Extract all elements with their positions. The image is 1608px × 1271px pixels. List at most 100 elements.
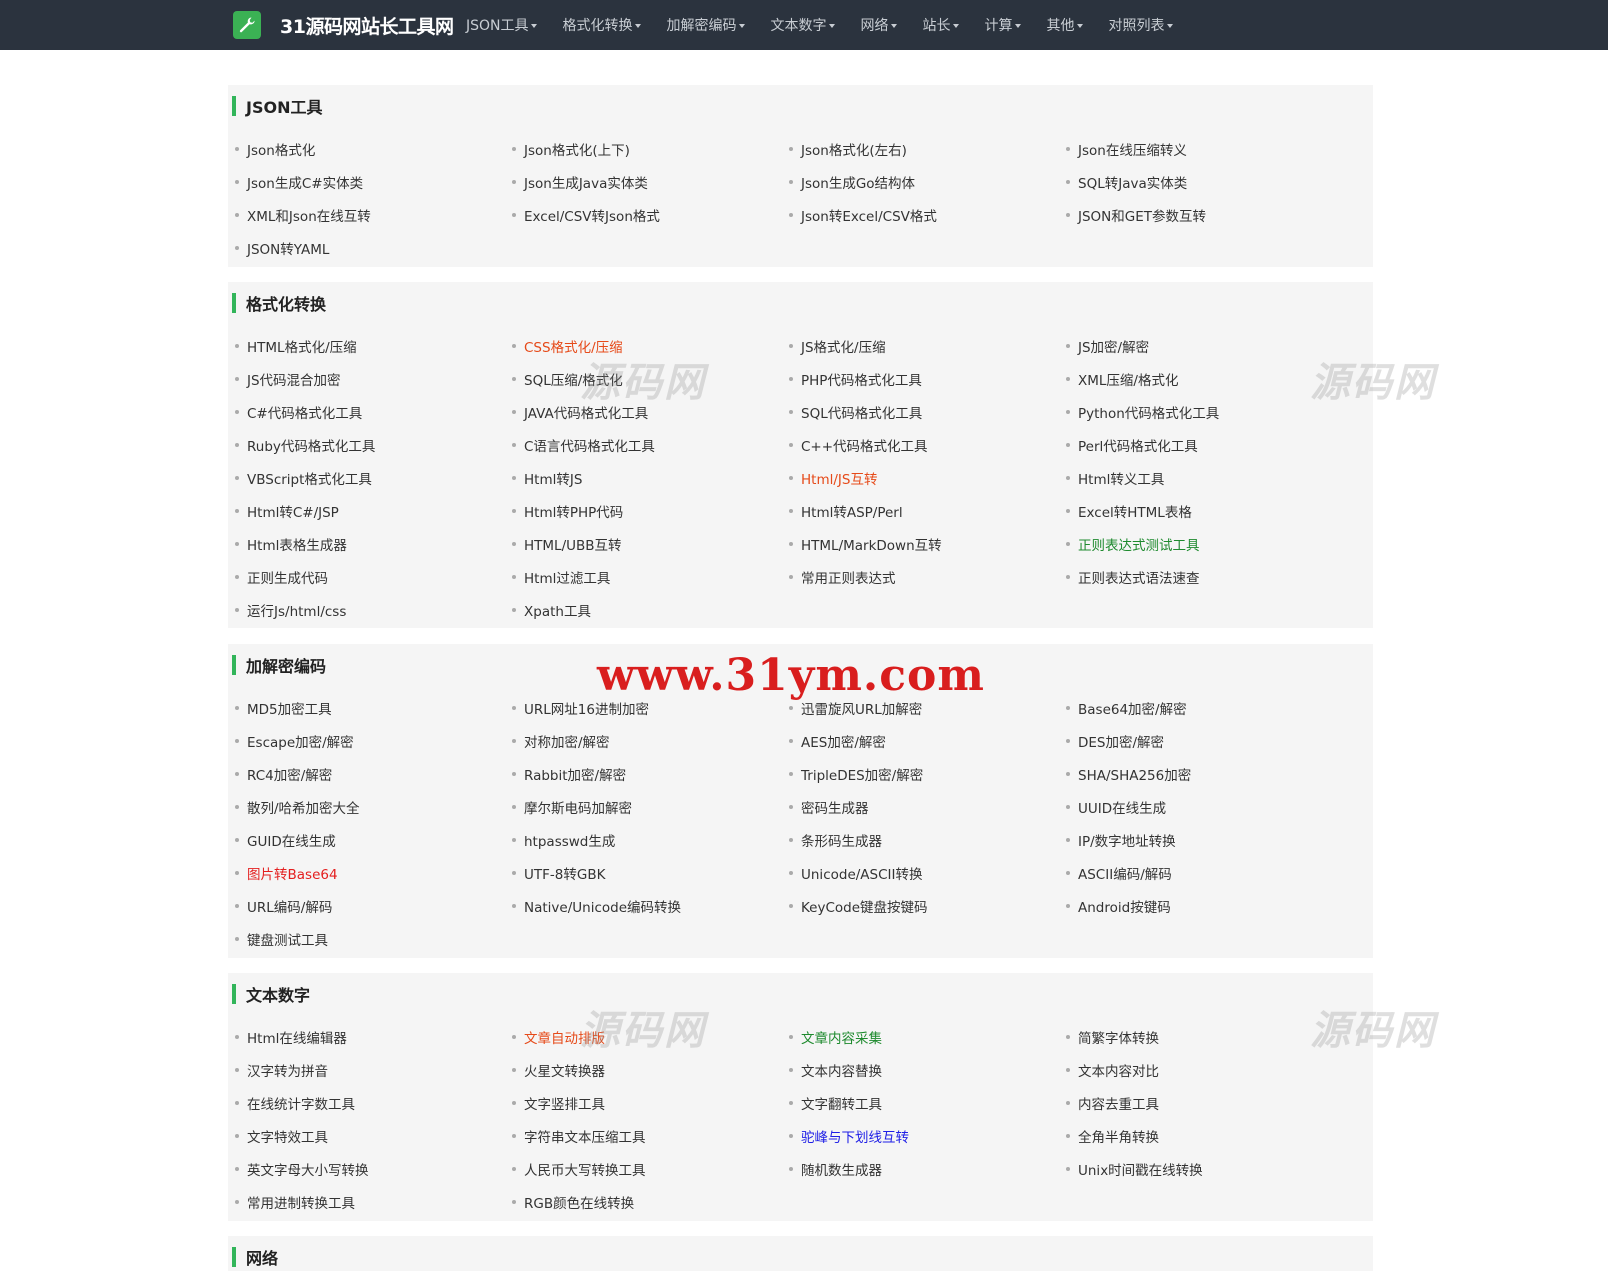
tool-link[interactable]: Html/JS互转 (801, 468, 877, 488)
tool-link[interactable]: 正则生成代码 (247, 567, 328, 587)
tool-link-item[interactable]: TripleDES加密/解密 (789, 757, 1066, 790)
tool-link-item[interactable]: PHP代码格式化工具 (789, 362, 1066, 395)
tool-link[interactable]: MD5加密工具 (247, 698, 332, 718)
tool-link-item[interactable]: 散列/哈希加密大全 (235, 790, 512, 823)
tool-link[interactable]: 迅雷旋风URL加解密 (801, 698, 922, 718)
tool-link-item[interactable]: Json生成Go结构体 (789, 165, 1066, 198)
tool-link[interactable]: 摩尔斯电码加解密 (524, 797, 632, 817)
tool-link[interactable]: Xpath工具 (524, 600, 591, 620)
tool-link[interactable]: 常用进制转换工具 (247, 1192, 355, 1212)
tool-link-item[interactable]: 内容去重工具 (1066, 1086, 1343, 1119)
tool-link[interactable]: 密码生成器 (801, 797, 869, 817)
tool-link-item[interactable]: Excel转HTML表格 (1066, 494, 1343, 527)
tool-link[interactable]: 文字竖排工具 (524, 1093, 605, 1113)
tool-link-item[interactable]: 键盘测试工具 (235, 922, 512, 955)
tool-link[interactable]: GUID在线生成 (247, 830, 336, 850)
tool-link[interactable]: JAVA代码格式化工具 (524, 402, 648, 422)
tool-link-item[interactable]: 正则表达式语法速查 (1066, 560, 1343, 593)
tool-link[interactable]: SHA/SHA256加密 (1078, 764, 1191, 784)
tool-link-item[interactable]: AES加密/解密 (789, 724, 1066, 757)
tool-link-item[interactable]: 文章内容采集 (789, 1020, 1066, 1053)
nav-item-reference-list[interactable]: 对照列表 (1109, 15, 1173, 35)
tool-link[interactable]: C语言代码格式化工具 (524, 435, 655, 455)
tool-link[interactable]: 文章内容采集 (801, 1027, 882, 1047)
tool-link[interactable]: 英文字母大小写转换 (247, 1159, 369, 1179)
tool-link-item[interactable]: Json格式化(上下) (512, 132, 789, 165)
tool-link[interactable]: 文字翻转工具 (801, 1093, 882, 1113)
tool-link-item[interactable]: JAVA代码格式化工具 (512, 395, 789, 428)
tool-link-item[interactable]: RGB颜色在线转换 (512, 1185, 789, 1218)
tool-link[interactable]: Html转JS (524, 468, 582, 488)
tool-link[interactable]: Base64加密/解密 (1078, 698, 1187, 718)
tool-link[interactable]: Json格式化 (247, 139, 315, 159)
tool-link-item[interactable]: Json格式化 (235, 132, 512, 165)
tool-link-item[interactable]: GUID在线生成 (235, 823, 512, 856)
tool-link-item[interactable]: Json转Excel/CSV格式 (789, 198, 1066, 231)
tool-link[interactable]: HTML/UBB互转 (524, 534, 622, 554)
tool-link[interactable]: HTML/MarkDown互转 (801, 534, 942, 554)
tool-link[interactable]: KeyCode键盘按键码 (801, 896, 928, 916)
nav-item-network[interactable]: 网络 (861, 15, 897, 35)
tool-link[interactable]: Perl代码格式化工具 (1078, 435, 1198, 455)
tool-link[interactable]: IP/数字地址转换 (1078, 830, 1176, 850)
tool-link-item[interactable]: 正则表达式测试工具 (1066, 527, 1343, 560)
tool-link[interactable]: UUID在线生成 (1078, 797, 1166, 817)
tool-link-item[interactable]: Html在线编辑器 (235, 1020, 512, 1053)
tool-link-item[interactable]: 人民币大写转换工具 (512, 1152, 789, 1185)
tool-link-item[interactable]: DES加密/解密 (1066, 724, 1343, 757)
tool-link-item[interactable]: Html过滤工具 (512, 560, 789, 593)
tool-link[interactable]: 人民币大写转换工具 (524, 1159, 646, 1179)
tool-link[interactable]: 火星文转换器 (524, 1060, 605, 1080)
tool-link[interactable]: JSON转YAML (247, 238, 329, 258)
tool-link[interactable]: 散列/哈希加密大全 (247, 797, 360, 817)
tool-link[interactable]: Escape加密/解密 (247, 731, 354, 751)
tool-link-item[interactable]: 条形码生成器 (789, 823, 1066, 856)
tool-link-item[interactable]: Unix时间戳在线转换 (1066, 1152, 1343, 1185)
tool-link[interactable]: 常用正则表达式 (801, 567, 896, 587)
tool-link-item[interactable]: 密码生成器 (789, 790, 1066, 823)
tool-link[interactable]: Python代码格式化工具 (1078, 402, 1219, 422)
tool-link-item[interactable]: JS格式化/压缩 (789, 329, 1066, 362)
tool-link[interactable]: RGB颜色在线转换 (524, 1192, 634, 1212)
tool-link-item[interactable]: RC4加密/解密 (235, 757, 512, 790)
tool-link[interactable]: 驼峰与下划线互转 (801, 1126, 909, 1146)
tool-link[interactable]: XML压缩/格式化 (1078, 369, 1178, 389)
tool-link-item[interactable]: Html转ASP/Perl (789, 494, 1066, 527)
tool-link[interactable]: JS代码混合加密 (247, 369, 341, 389)
tool-link[interactable]: 正则表达式测试工具 (1078, 534, 1200, 554)
tool-link[interactable]: 简繁字体转换 (1078, 1027, 1159, 1047)
tool-link-item[interactable]: Python代码格式化工具 (1066, 395, 1343, 428)
tool-link-item[interactable]: 文字特效工具 (235, 1119, 512, 1152)
tool-link-item[interactable]: 图片转Base64 (235, 856, 512, 889)
nav-item-json-tools[interactable]: JSON工具 (466, 15, 537, 35)
tool-link[interactable]: 正则表达式语法速查 (1078, 567, 1200, 587)
tool-link-item[interactable]: 对称加密/解密 (512, 724, 789, 757)
tool-link-item[interactable]: 英文字母大小写转换 (235, 1152, 512, 1185)
tool-link-item[interactable]: Rabbit加密/解密 (512, 757, 789, 790)
nav-item-calculate[interactable]: 计算 (985, 15, 1021, 35)
tool-link[interactable]: Json生成Java实体类 (524, 172, 648, 192)
tool-link-item[interactable]: 正则生成代码 (235, 560, 512, 593)
tool-link[interactable]: C#代码格式化工具 (247, 402, 362, 422)
tool-link-item[interactable]: Android按键码 (1066, 889, 1343, 922)
tool-link[interactable]: JS加密/解密 (1078, 336, 1149, 356)
tool-link[interactable]: 随机数生成器 (801, 1159, 882, 1179)
tool-link[interactable]: 字符串文本压缩工具 (524, 1126, 646, 1146)
tool-link[interactable]: CSS格式化/压缩 (524, 336, 623, 356)
tool-link[interactable]: Unix时间戳在线转换 (1078, 1159, 1203, 1179)
tool-link-item[interactable]: Ruby代码格式化工具 (235, 428, 512, 461)
tool-link-item[interactable]: Html转义工具 (1066, 461, 1343, 494)
tool-link[interactable]: htpasswd生成 (524, 830, 615, 850)
tool-link[interactable]: Rabbit加密/解密 (524, 764, 626, 784)
tool-link-item[interactable]: C#代码格式化工具 (235, 395, 512, 428)
tool-link[interactable]: RC4加密/解密 (247, 764, 332, 784)
tool-link[interactable]: 运行Js/html/css (247, 600, 346, 620)
tool-link[interactable]: HTML格式化/压缩 (247, 336, 357, 356)
tool-link[interactable]: PHP代码格式化工具 (801, 369, 922, 389)
tool-link-item[interactable]: Unicode/ASCII转换 (789, 856, 1066, 889)
tool-link-item[interactable]: 全角半角转换 (1066, 1119, 1343, 1152)
tool-link[interactable]: Json转Excel/CSV格式 (801, 205, 937, 225)
tool-link-item[interactable]: SQL代码格式化工具 (789, 395, 1066, 428)
tool-link-item[interactable]: UUID在线生成 (1066, 790, 1343, 823)
tool-link-item[interactable]: HTML/MarkDown互转 (789, 527, 1066, 560)
